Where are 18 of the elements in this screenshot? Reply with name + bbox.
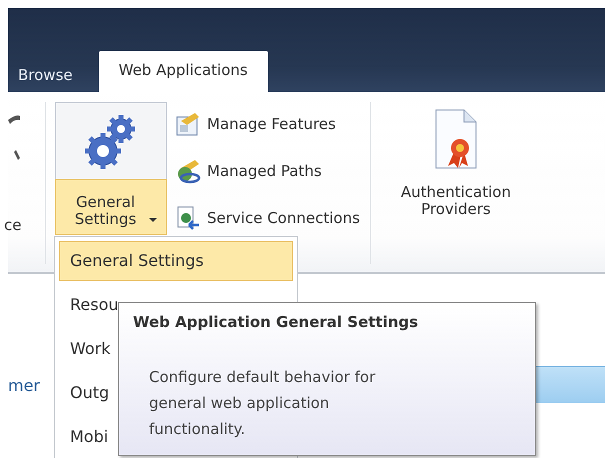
button-label: ce (4, 216, 22, 234)
features-icon (175, 111, 201, 137)
authentication-button[interactable]: Authentication Providers (380, 102, 531, 218)
ribbon-command[interactable]: Manage Features (175, 110, 360, 138)
menu-item[interactable]: General Settings (59, 241, 293, 281)
ribbon-tab[interactable]: Web Applications (98, 51, 268, 92)
link[interactable]: mer (8, 376, 40, 395)
settings-button[interactable] (55, 102, 167, 179)
caret-icon (148, 218, 156, 222)
certificate-icon (434, 108, 478, 170)
tooltip-title: Web Application General Settings (133, 313, 420, 331)
tooltip-description: Configure default behavior for general web application functionality. (149, 367, 376, 440)
settings-dropdown-button[interactable]: General Settings (55, 179, 167, 235)
ribbon-tab[interactable]: Browse (8, 66, 87, 92)
ribbon-command[interactable]: Service Connections (175, 204, 360, 232)
ribbon-command[interactable]: Managed Paths (175, 157, 360, 185)
connections-icon (175, 205, 201, 231)
paths-icon (175, 158, 201, 184)
